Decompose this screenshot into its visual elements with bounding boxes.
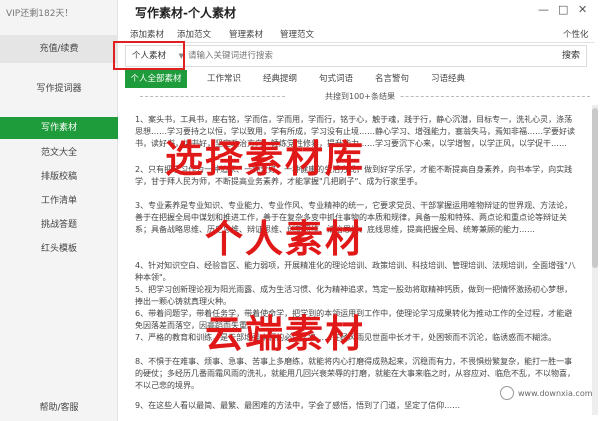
tab-idioms[interactable]: 习语经典 [427, 70, 469, 88]
close-icon[interactable]: ✕ [578, 3, 587, 16]
highlight-box [113, 41, 185, 70]
search-bar: 个人素材 ▼ 搜索 [125, 45, 587, 67]
sidebar-item-challenge-quiz[interactable]: 挑战答题 [0, 214, 118, 236]
tab-phrases[interactable]: 句式词语 [315, 70, 357, 88]
overlay-caption-cloud: 云端素材 [205, 312, 366, 356]
window-title: 写作素材-个人素材 [135, 6, 236, 20]
sidebar-item-writing-material[interactable]: 写作素材 [0, 117, 118, 139]
left-sidebar: VIP还剩182天！ 充值/续费 写作提词器 写作素材 范文大全 排版校稿 工作… [0, 0, 118, 421]
sidebar-item-work-list[interactable]: 工作清单 [0, 190, 118, 212]
menu-divider [125, 42, 595, 43]
menu-manage-material[interactable]: 管理素材 [229, 28, 263, 40]
app-window: VIP还剩182天！ 充值/续费 写作提词器 写作素材 范文大全 排版校稿 工作… [0, 0, 600, 421]
recharge-button[interactable]: 充值/续费 [0, 35, 118, 63]
minimize-icon[interactable]: — [538, 3, 549, 16]
list-item[interactable]: 9、在这些人看以最简、最繁、最困难的方法中，学会了感悟，悟到了门道，坚定了信仰…… [135, 400, 580, 412]
vip-remaining-text: VIP还剩182天！ [6, 9, 74, 19]
overlay-caption-personal: 个人素材 [205, 217, 366, 261]
search-input[interactable] [188, 48, 508, 64]
result-count: 共搜到100+条结果 [125, 91, 595, 102]
help-support-link[interactable]: 帮助/客服 [0, 400, 118, 413]
overlay-caption-select-library: 选择素材库 [165, 137, 366, 181]
menu-manage-essay[interactable]: 管理范文 [280, 28, 314, 40]
tab-outlines[interactable]: 经典提纲 [259, 70, 301, 88]
watermark-logo-icon [500, 386, 514, 400]
sidebar-item-writing-prompter[interactable]: 写作提词器 [0, 78, 118, 100]
watermark-text: www.downxia.com [518, 389, 593, 398]
menu-add-essay[interactable]: 添加范文 [177, 28, 211, 40]
top-menu: 添加素材 添加范文 管理素材 管理范文 个性化 [125, 28, 595, 42]
menu-personalize[interactable]: 个性化 [563, 28, 589, 40]
list-item[interactable]: 4、针对知识空白、经验盲区、能力弱项，开展精准化的理论培训、政策培训、科技培训、… [135, 260, 580, 284]
tab-all-personal[interactable]: 个人全部素材 [125, 70, 187, 88]
scrollbar-thumb[interactable] [592, 108, 598, 268]
list-item[interactable]: 8、不惧于在难事、烦事、急事、苦事上多磨练，就能将内心打磨得成熟起来，沉稳而有力… [135, 356, 580, 392]
sidebar-item-red-header-template[interactable]: 红头模板 [0, 238, 118, 260]
tab-quotes[interactable]: 名言警句 [371, 70, 413, 88]
result-count-text: 共搜到100+条结果 [321, 92, 399, 101]
search-button[interactable]: 搜索 [562, 48, 580, 61]
maximize-icon[interactable]: □ [558, 3, 568, 16]
menu-add-material[interactable]: 添加素材 [130, 28, 164, 40]
tab-work-knowledge[interactable]: 工作常识 [203, 70, 245, 88]
sidebar-item-proofreading[interactable]: 排版校稿 [0, 166, 118, 188]
category-tabs: 个人全部素材 工作常识 经典提纲 句式词语 名言警句 习语经典 [125, 70, 595, 88]
sidebar-item-model-essays[interactable]: 范文大全 [0, 142, 118, 164]
